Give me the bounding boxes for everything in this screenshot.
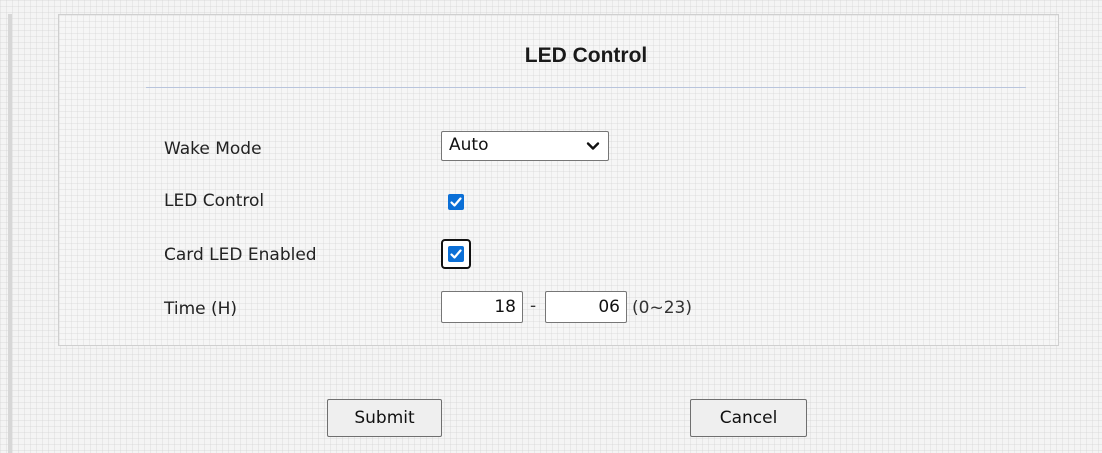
card-led-enabled-label: Card LED Enabled <box>164 245 317 265</box>
time-start-input[interactable]: 18 <box>441 291 523 323</box>
checkmark-icon <box>450 249 462 259</box>
time-range-hint: (0~23) <box>632 298 692 318</box>
chevron-down-icon <box>586 142 600 150</box>
time-separator: - <box>530 296 537 316</box>
card-led-enabled-checkbox[interactable] <box>448 246 464 262</box>
title-divider <box>146 87 1026 88</box>
wake-mode-selected-value: Auto <box>449 135 489 155</box>
cancel-button[interactable]: Cancel <box>690 399 807 437</box>
time-label: Time (H) <box>164 299 238 319</box>
time-end-input[interactable]: 06 <box>545 291 627 323</box>
wake-mode-label: Wake Mode <box>164 139 262 159</box>
led-control-checkbox[interactable] <box>448 194 464 210</box>
checkmark-icon <box>450 197 462 207</box>
submit-button[interactable]: Submit <box>327 399 442 437</box>
wake-mode-select[interactable]: Auto <box>441 131 609 161</box>
led-control-label: LED Control <box>164 191 265 211</box>
left-border <box>8 14 12 453</box>
panel-title: LED Control <box>524 44 648 67</box>
